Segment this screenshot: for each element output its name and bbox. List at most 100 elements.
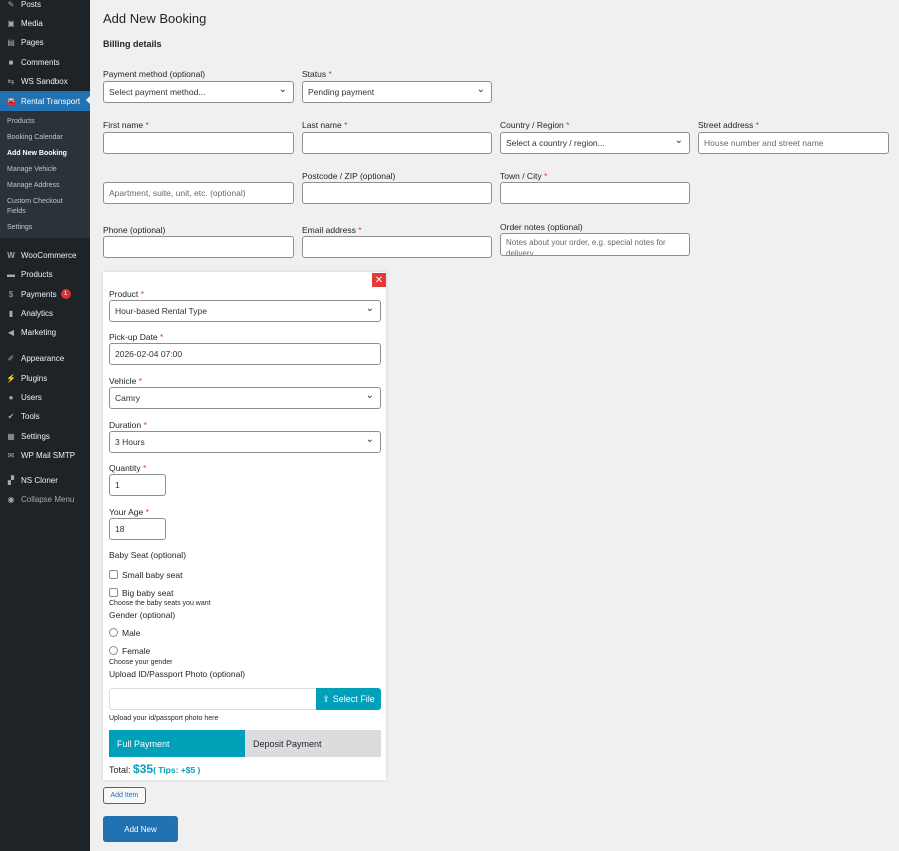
archive-icon: ▬ — [7, 269, 15, 279]
collapse-icon: ◉ — [7, 494, 15, 504]
full-payment-tab[interactable]: Full Payment — [109, 730, 245, 757]
duration-label: Duration * — [109, 420, 147, 430]
sidebar-item-payments[interactable]: $ Payments 1 — [0, 285, 90, 303]
sidebar-item-posts[interactable]: ✎ Posts — [0, 0, 90, 13]
small-baby-seat-checkbox[interactable] — [109, 570, 118, 579]
gender-male-label: Male — [122, 628, 141, 638]
upload-label: Upload ID/Passport Photo (optional) — [109, 669, 246, 679]
close-icon: ✕ — [374, 274, 384, 286]
upload-file-input[interactable] — [109, 688, 317, 710]
postcode-label: Postcode / ZIP (optional) — [302, 171, 396, 181]
product-select[interactable]: Hour-based Rental Type — [109, 300, 381, 322]
sidebar-item-media[interactable]: ▣ Media — [0, 14, 90, 32]
total-amount: $35 — [133, 762, 154, 776]
sidebar-item-users[interactable]: ● Users — [0, 388, 90, 406]
upload-icon: ⇪ — [322, 693, 330, 704]
submenu-add-new-booking[interactable]: Add New Booking — [7, 149, 87, 159]
sidebar-item-tools[interactable]: ✔ Tools — [0, 407, 90, 425]
first-name-label: First name * — [103, 120, 149, 130]
add-new-button[interactable]: Add New — [103, 816, 178, 842]
gender-female-radio[interactable] — [109, 646, 118, 655]
apartment-input[interactable]: Apartment, suite, unit, etc. (optional) — [103, 182, 294, 204]
vehicle-label: Vehicle * — [109, 376, 143, 386]
sidebar-item-products[interactable]: ▬ Products — [0, 265, 90, 283]
duration-select[interactable]: 3 Hours — [109, 431, 381, 453]
page-title: Add New Booking — [103, 11, 207, 26]
order-notes-textarea[interactable]: Notes about your order, e.g. special not… — [500, 233, 690, 256]
quantity-input[interactable]: 1 — [109, 474, 166, 496]
cloner-icon: ▞ — [7, 475, 15, 485]
sidebar-item-appearance[interactable]: ✐ Appearance — [0, 349, 90, 367]
deposit-payment-tab[interactable]: Deposit Payment — [245, 730, 381, 757]
order-notes-label: Order notes (optional) — [500, 222, 583, 232]
postcode-input[interactable] — [302, 182, 492, 204]
gender-help: Choose your gender — [109, 659, 173, 666]
sidebar-item-marketing[interactable]: ◀ Marketing — [0, 323, 90, 341]
big-baby-seat-checkbox[interactable] — [109, 588, 118, 597]
payment-method-label: Payment method (optional) — [103, 69, 206, 79]
mail-icon: ✉ — [7, 450, 15, 460]
street-label: Street address * — [698, 120, 759, 130]
sidebar-item-ws-sandbox[interactable]: ⇆ WS Sandbox — [0, 72, 90, 90]
email-input[interactable] — [302, 236, 492, 258]
add-item-button[interactable]: Add Item — [103, 787, 146, 804]
select-file-button[interactable]: ⇪ Select File — [316, 688, 381, 710]
status-select[interactable]: Pending payment — [302, 81, 492, 103]
sidebar-item-wp-mail-smtp[interactable]: ✉ WP Mail SMTP — [0, 446, 90, 464]
last-name-input[interactable] — [302, 132, 492, 154]
collapse-menu-button[interactable]: ◉ Collapse Menu — [0, 490, 90, 508]
submenu-booking-calendar[interactable]: Booking Calendar — [7, 133, 87, 143]
payments-count-badge: 1 — [60, 289, 71, 299]
city-label: Town / City * — [500, 171, 548, 181]
first-name-input[interactable] — [103, 132, 294, 154]
gender-female-label: Female — [122, 646, 151, 656]
product-label: Product * — [109, 289, 144, 299]
phone-label: Phone (optional) — [103, 225, 166, 235]
media-icon: ▣ — [7, 18, 15, 28]
sidebar-item-ns-cloner[interactable]: ▞ NS Cloner — [0, 471, 90, 489]
submenu-manage-vehicle[interactable]: Manage Vehicle — [7, 165, 87, 175]
pin-icon: ✎ — [7, 0, 15, 9]
total-row: Total: $35( Tips: +$5 ) — [109, 762, 201, 776]
remove-item-button[interactable]: ✕ — [372, 273, 386, 287]
sidebar-item-woocommerce[interactable]: W WooCommerce — [0, 246, 90, 264]
sidebar-item-settings[interactable]: ▦ Settings — [0, 427, 90, 445]
sidebar-item-comments[interactable]: ■ Comments — [0, 53, 90, 71]
sidebar-item-plugins[interactable]: ⚡ Plugins — [0, 369, 90, 387]
brush-icon: ✐ — [7, 353, 15, 363]
payment-method-select[interactable]: Select payment method... — [103, 81, 294, 103]
phone-input[interactable] — [103, 236, 294, 258]
sandbox-icon: ⇆ — [7, 76, 15, 86]
pickup-date-label: Pick-up Date * — [109, 332, 164, 342]
car-icon: 🚘 — [6, 96, 16, 106]
sidebar-item-pages[interactable]: ▤ Pages — [0, 33, 90, 51]
megaphone-icon: ◀ — [7, 327, 15, 337]
submenu-settings[interactable]: Settings — [7, 223, 87, 233]
age-label: Your Age * — [109, 507, 149, 517]
pickup-date-input[interactable]: 2026-02-04 07:00 — [109, 343, 381, 365]
submenu-manage-address[interactable]: Manage Address — [7, 181, 87, 191]
upload-help: Upload your id/passport photo here — [109, 715, 219, 722]
admin-sidebar: ✎ Posts ▣ Media ▤ Pages ■ Comments ⇆ WS Sandb… — [0, 0, 90, 851]
gender-male-radio[interactable] — [109, 628, 118, 637]
country-select[interactable]: Select a country / region... — [500, 132, 690, 154]
vehicle-select[interactable]: Camry — [109, 387, 381, 409]
city-input[interactable] — [500, 182, 690, 204]
submenu-products[interactable]: Products — [7, 117, 87, 127]
street-input[interactable]: House number and street name — [698, 132, 889, 154]
quantity-label: Quantity * — [109, 463, 147, 473]
sidebar-item-rental-transport[interactable]: 🚘 Rental Transport — [0, 91, 90, 111]
gender-label: Gender (optional) — [109, 610, 176, 620]
dollar-icon: $ — [8, 289, 14, 299]
tips-amount: ( Tips: +$5 ) — [153, 765, 201, 775]
submenu-custom-checkout-fields[interactable]: Custom Checkout Fields — [7, 197, 77, 217]
wrench-icon: ✔ — [7, 411, 15, 421]
sidebar-item-analytics[interactable]: ▮ Analytics — [0, 304, 90, 322]
big-baby-seat-label: Big baby seat — [122, 588, 174, 598]
pages-icon: ▤ — [7, 37, 15, 47]
user-icon: ● — [8, 392, 14, 402]
age-input[interactable]: 18 — [109, 518, 166, 540]
section-title: Billing details — [103, 39, 162, 49]
woo-icon: W — [7, 250, 15, 260]
chart-icon: ▮ — [8, 308, 14, 318]
